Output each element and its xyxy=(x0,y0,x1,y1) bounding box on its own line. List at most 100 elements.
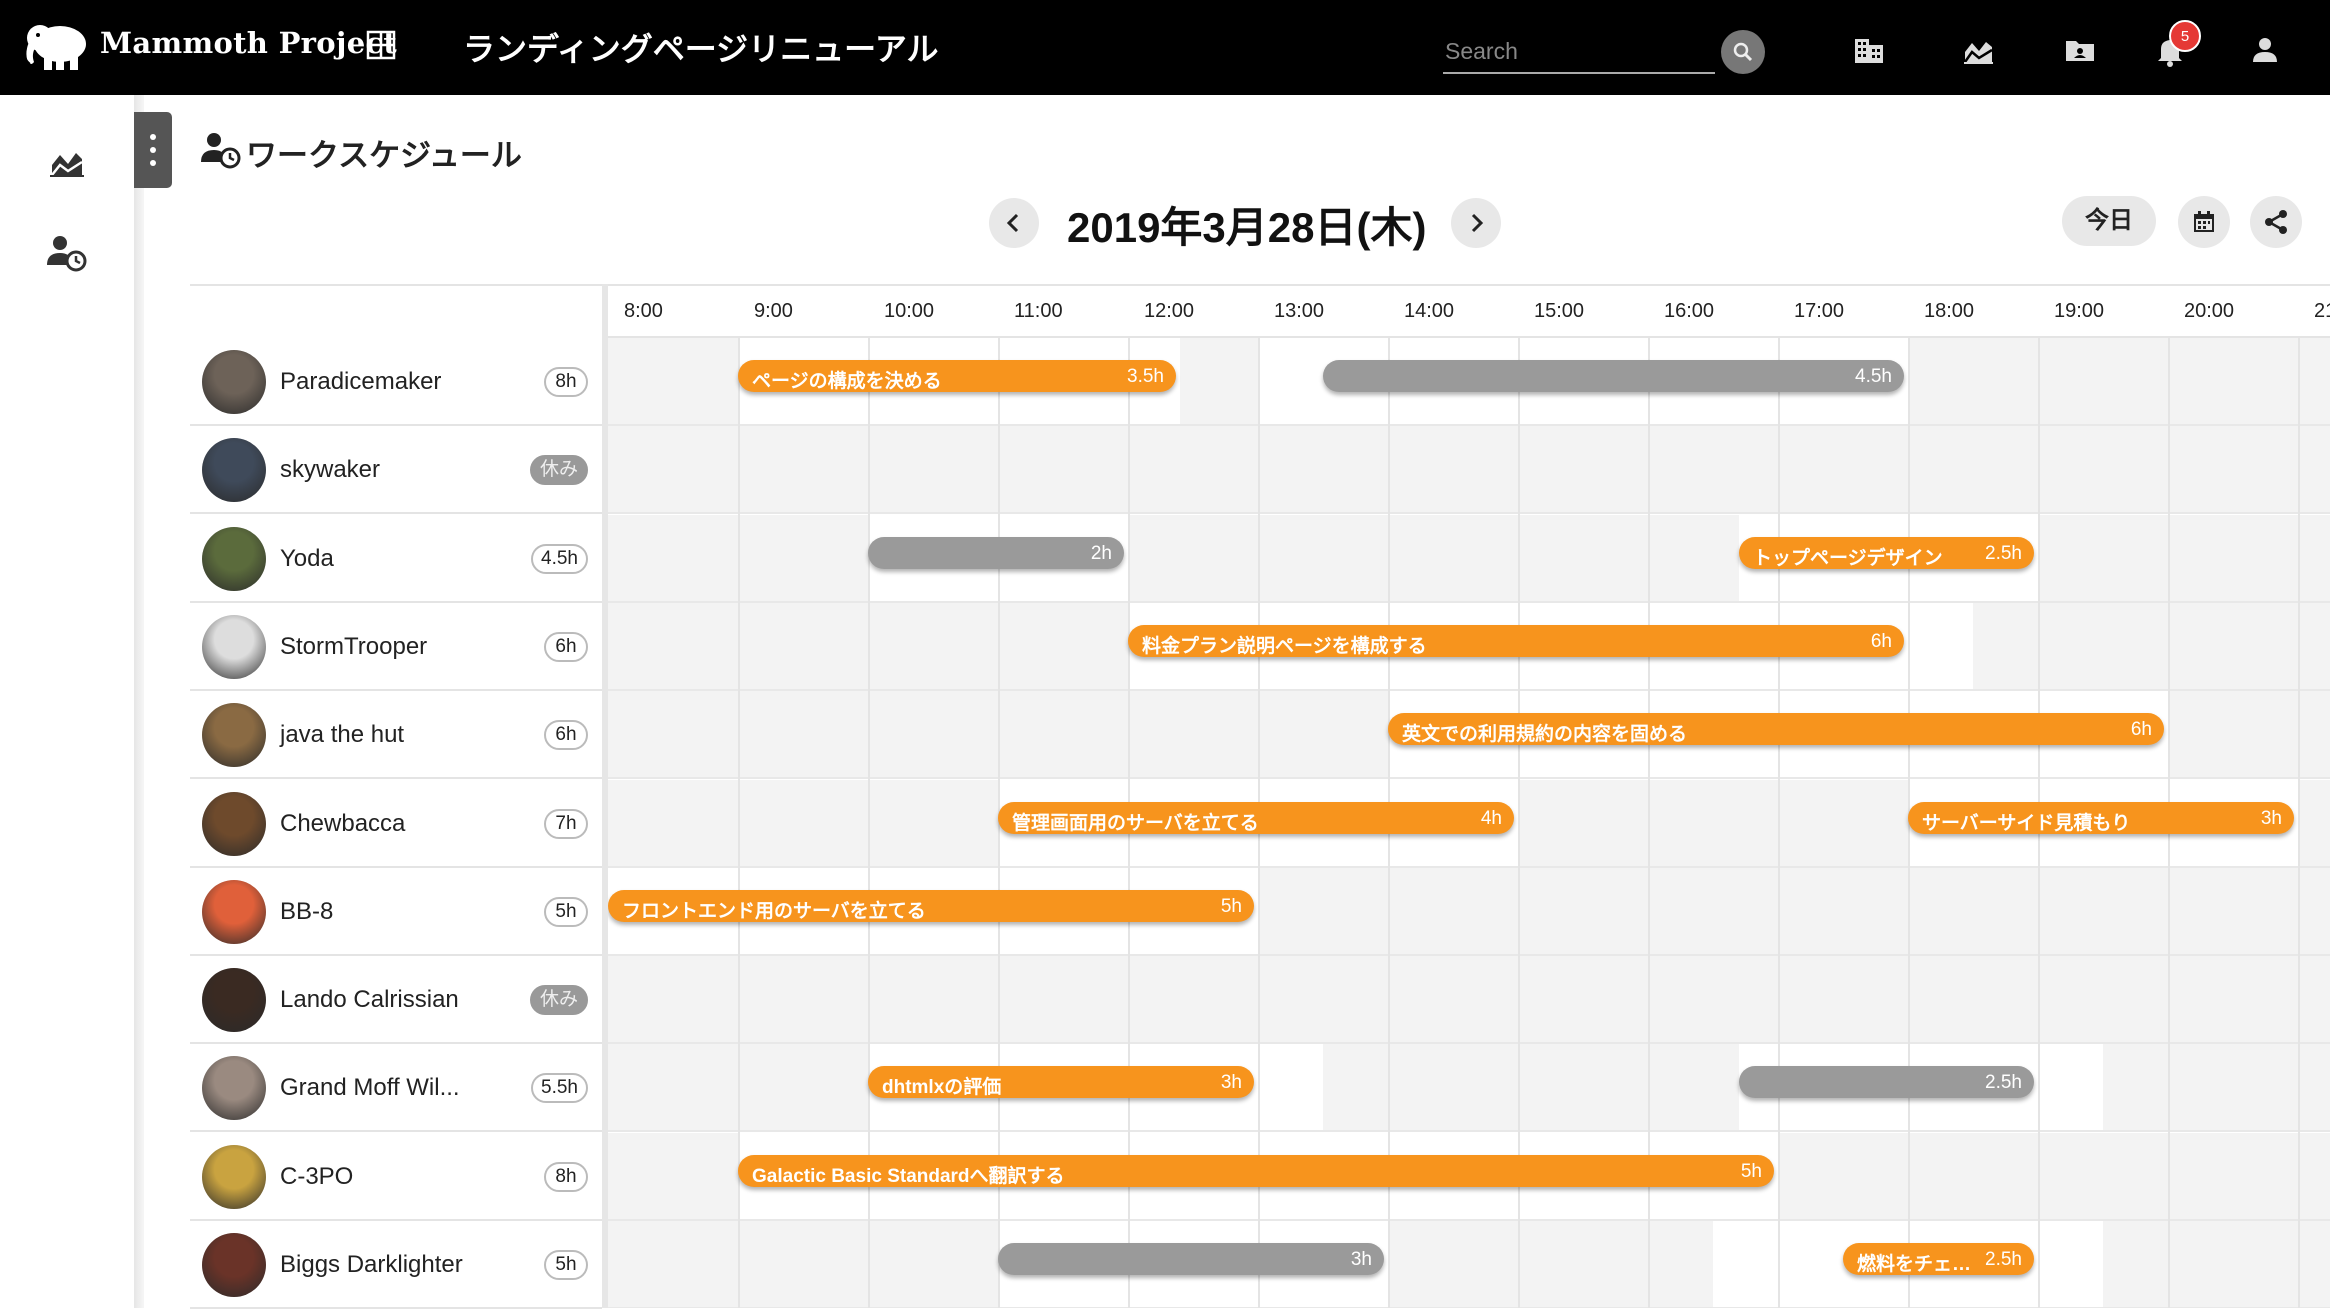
hours-badge: 6h xyxy=(544,632,588,662)
notification-count-badge: 5 xyxy=(2169,20,2201,52)
member-name: StormTrooper xyxy=(280,633,428,660)
share-button[interactable] xyxy=(2250,196,2302,248)
top-app-bar: Mammoth Project ランディングページリニューアル 5 xyxy=(0,0,2330,95)
schedule-row xyxy=(608,515,2330,603)
hours-badge: 5h xyxy=(544,1250,588,1280)
member-name: C-3PO xyxy=(280,1163,354,1190)
member-row[interactable]: Paradicemaker 8h xyxy=(190,338,602,426)
task-bar[interactable]: フロントエンド用のサーバを立てる 5h xyxy=(608,890,1254,922)
task-bar[interactable]: Galactic Basic Standardへ翻訳する 5h xyxy=(738,1155,1774,1187)
task-bar[interactable]: dhtmlxの評価 3h xyxy=(868,1066,1254,1098)
task-label: ページの構成を決める xyxy=(752,371,942,392)
hour-gridline xyxy=(1778,338,1780,1308)
task-label: dhtmlxの評価 xyxy=(882,1077,1002,1098)
analytics-nav-icon[interactable] xyxy=(44,139,88,183)
task-label: 英文での利用規約の内容を固める xyxy=(1402,724,1688,745)
avatar xyxy=(202,527,266,591)
task-label: 料金プラン説明ページを構成する xyxy=(1142,636,1427,657)
member-name: Lando Calrissian xyxy=(280,986,459,1013)
hour-label: 14:00 xyxy=(1404,300,1455,322)
organization-button[interactable] xyxy=(1849,30,1889,70)
task-bar[interactable]: トップページデザイン 2.5h xyxy=(1739,537,2034,569)
hour-gridline xyxy=(2298,338,2300,1308)
member-row[interactable]: StormTrooper 6h xyxy=(190,603,602,691)
task-bar[interactable]: 料金プラン説明ページを構成する 6h xyxy=(1128,625,1904,657)
avatar xyxy=(202,615,266,679)
member-row[interactable]: java the hut 6h xyxy=(190,691,602,779)
day-off-badge: 休み xyxy=(529,985,588,1015)
previous-day-button[interactable] xyxy=(989,198,1039,248)
dot-icon xyxy=(150,134,156,140)
task-label: サーバーサイド見積もり xyxy=(1922,813,2131,834)
reserved-time-bar[interactable]: 2h xyxy=(868,537,1124,569)
avatar xyxy=(202,1233,266,1297)
hour-label: 18:00 xyxy=(1924,300,1975,322)
task-bar[interactable]: サーバーサイド見積もり 3h xyxy=(1908,802,2294,834)
task-label: Galactic Basic Standardへ翻訳する xyxy=(752,1166,1065,1187)
member-row[interactable]: skywaker 休み xyxy=(190,426,602,514)
search-input[interactable] xyxy=(1443,32,1719,70)
task-duration: 4.5h xyxy=(1855,366,1892,387)
calendar-button[interactable] xyxy=(2178,196,2230,248)
member-row[interactable]: Yoda 4.5h xyxy=(190,515,602,603)
hours-badge: 5h xyxy=(544,897,588,927)
reserved-time-bar[interactable]: 2.5h xyxy=(1739,1066,2034,1098)
hours-badge: 4.5h xyxy=(531,544,588,574)
member-name: skywaker xyxy=(280,456,381,483)
member-row[interactable]: Grand Moff Wil... 5.5h xyxy=(190,1044,602,1132)
member-row[interactable]: Biggs Darklighter 5h xyxy=(190,1221,602,1309)
member-name: Yoda xyxy=(280,545,334,572)
project-title: ランディングページリニューアル xyxy=(463,31,939,67)
account-button[interactable] xyxy=(2245,30,2285,70)
today-button[interactable]: 今日 xyxy=(2062,196,2156,246)
member-row[interactable]: Lando Calrissian 休み xyxy=(190,956,602,1044)
member-name: Paradicemaker xyxy=(280,368,442,395)
task-duration: 2.5h xyxy=(1985,1249,2022,1270)
task-label: トップページデザイン xyxy=(1753,548,1943,569)
task-bar[interactable]: 管理画面用のサーバを立てる 4h xyxy=(998,802,1514,834)
task-label: フロントエンド用のサーバを立てる xyxy=(622,901,926,922)
apps-grid-icon[interactable] xyxy=(366,30,396,60)
member-row[interactable]: Chewbacca 7h xyxy=(190,780,602,868)
search-button[interactable] xyxy=(1721,30,1765,74)
next-day-button[interactable] xyxy=(1451,198,1501,248)
schedule-row xyxy=(608,426,2330,514)
hour-label: 19:00 xyxy=(2054,300,2105,322)
analytics-button[interactable] xyxy=(1958,30,1998,70)
hours-badge: 8h xyxy=(544,367,588,397)
reserved-time-bar[interactable]: 4.5h xyxy=(1323,360,1904,392)
folder-account-icon xyxy=(2066,41,2094,61)
brand-name[interactable]: Mammoth Project xyxy=(100,26,397,60)
avatar xyxy=(202,880,266,944)
hours-badge: 7h xyxy=(544,809,588,839)
avatar xyxy=(202,1056,266,1120)
avatar xyxy=(202,792,266,856)
person-icon xyxy=(2253,38,2277,62)
task-duration: 3h xyxy=(2260,808,2282,829)
dot-icon xyxy=(150,147,156,153)
hour-label: 12:00 xyxy=(1144,300,1195,322)
member-row[interactable]: C-3PO 8h xyxy=(190,1133,602,1221)
hour-label: 16:00 xyxy=(1664,300,1715,322)
task-duration: 2h xyxy=(1090,543,1112,564)
share-icon xyxy=(2265,210,2287,234)
dot-icon xyxy=(150,160,156,166)
work-schedule-nav-icon[interactable] xyxy=(44,231,88,275)
task-bar[interactable]: 英文での利用規約の内容を固める 6h xyxy=(1388,713,2164,745)
search-icon xyxy=(1733,42,1753,62)
member-row[interactable]: BB-8 5h xyxy=(190,868,602,956)
task-duration: 4h xyxy=(1480,808,1502,829)
hour-label: 11:00 xyxy=(1014,300,1063,322)
mammoth-logo-icon[interactable] xyxy=(22,18,92,74)
nav-divider xyxy=(134,95,144,1308)
task-bar[interactable]: 燃料をチェ… 2.5h xyxy=(1843,1243,2034,1275)
more-options-tab[interactable] xyxy=(134,112,172,188)
calendar-icon xyxy=(2194,211,2214,232)
hours-badge: 5.5h xyxy=(531,1073,588,1103)
member-name: BB-8 xyxy=(280,898,334,925)
day-off-badge: 休み xyxy=(529,455,588,485)
task-bar[interactable]: ページの構成を決める 3.5h xyxy=(738,360,1176,392)
chevron-right-icon xyxy=(1471,213,1484,233)
reserved-time-bar[interactable]: 3h xyxy=(998,1243,1384,1275)
folder-account-button[interactable] xyxy=(2060,30,2100,70)
